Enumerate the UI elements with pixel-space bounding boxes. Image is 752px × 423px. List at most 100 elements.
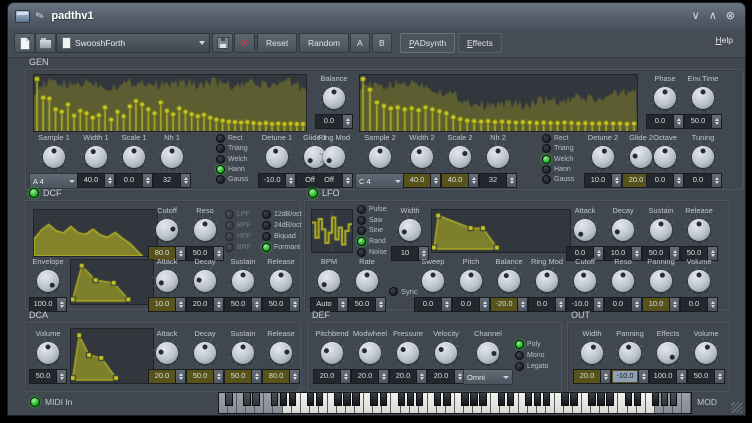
spin-buttons[interactable] (378, 370, 388, 383)
knob-sustain[interactable] (647, 216, 675, 244)
knob-cutoff[interactable] (571, 267, 599, 295)
black-key[interactable] (271, 393, 278, 406)
spin-buttons[interactable] (416, 370, 426, 383)
spinbox-pressure[interactable]: 20.0 (389, 369, 427, 384)
spinbox-release[interactable]: 80.0 (262, 369, 300, 384)
radio-biquad[interactable]: Biquad (262, 231, 302, 242)
spin-buttons[interactable] (104, 174, 114, 187)
close-button[interactable]: ⊗ (726, 9, 735, 23)
knob-pitchbend[interactable] (318, 339, 346, 367)
spinbox-octave[interactable]: 0.0 (646, 173, 684, 188)
black-key[interactable] (398, 393, 405, 406)
knob-volume[interactable] (685, 267, 713, 295)
spinbox-width-2[interactable]: 40.0 (403, 173, 441, 188)
knob-rate[interactable] (353, 267, 381, 295)
spinbox-attack[interactable]: 10.0 (148, 297, 186, 312)
compare-b-button[interactable]: B (372, 33, 392, 53)
knob-channel[interactable] (474, 339, 502, 367)
black-key[interactable] (280, 393, 287, 406)
spinbox-scale-2[interactable]: 40.0 (441, 173, 479, 188)
radio-welch[interactable]: Welch (216, 154, 248, 164)
black-key[interactable] (606, 393, 613, 406)
spinbox-velocity[interactable]: 20.0 (427, 369, 465, 384)
knob-detune-2[interactable] (589, 143, 617, 171)
knob-ring-mod[interactable] (320, 143, 348, 171)
knob-scale-1[interactable] (120, 143, 148, 171)
knob-modwheel[interactable] (356, 339, 384, 367)
black-key[interactable] (416, 393, 423, 406)
random-button[interactable]: Random (299, 33, 349, 53)
spin-buttons[interactable] (56, 370, 66, 383)
knob-phase[interactable] (651, 84, 679, 112)
spin-buttons[interactable] (555, 298, 565, 311)
knob-cutoff[interactable] (153, 216, 181, 244)
spinbox-env-time[interactable]: 50.0 (684, 114, 722, 129)
radio-mono[interactable]: Mono (515, 350, 548, 361)
spinbox-width[interactable]: 20.0 (573, 369, 611, 384)
spinbox-effects[interactable]: 100.0 (649, 369, 687, 384)
radio-rand[interactable]: Rand (357, 236, 387, 247)
spinbox-detune-2[interactable]: 10.0 (584, 173, 622, 188)
titlebar[interactable]: ✎ padthv1 ∨ ∧ ⊗ (8, 3, 745, 30)
spin-buttons[interactable] (669, 298, 679, 311)
black-key[interactable] (597, 393, 604, 406)
spin-buttons[interactable] (251, 298, 261, 311)
black-key[interactable] (479, 393, 486, 406)
radio-rect[interactable]: Rect (542, 133, 574, 143)
spinbox-ring-mod[interactable]: Off (315, 173, 353, 188)
spin-buttons[interactable] (213, 298, 223, 311)
spin-buttons[interactable] (142, 174, 152, 187)
knob-reso[interactable] (191, 216, 219, 244)
spinbox-pitch[interactable]: 0.0 (452, 297, 490, 312)
spin-buttons[interactable] (342, 174, 352, 187)
dca-envelope-display[interactable] (70, 328, 154, 384)
knob-nh-2[interactable] (484, 143, 512, 171)
black-key[interactable] (407, 393, 414, 406)
radio-formant[interactable]: Formant (262, 242, 302, 253)
piano-keyboard[interactable] (218, 392, 692, 414)
spinbox-nh-1[interactable]: 32 (153, 173, 191, 188)
black-key[interactable] (534, 393, 541, 406)
save-preset-button[interactable] (212, 33, 233, 53)
spinbox-scale-1[interactable]: 0.0 (115, 173, 153, 188)
radio-welch[interactable]: Welch (542, 154, 574, 164)
spin-buttons[interactable] (714, 370, 724, 383)
spin-buttons[interactable] (342, 115, 352, 128)
minimize-button[interactable]: ∨ (692, 9, 700, 23)
spinbox-rate[interactable]: 50.0 (348, 297, 386, 312)
spinbox-modwheel[interactable]: 20.0 (351, 369, 389, 384)
knob-attack[interactable] (153, 267, 181, 295)
lfo-wave-display[interactable] (311, 209, 353, 253)
spinbox-decay[interactable]: 50.0 (186, 369, 224, 384)
preset-combo[interactable]: SwooshForth (56, 33, 210, 53)
black-key[interactable] (352, 393, 359, 406)
lfo-enabled-led[interactable] (308, 188, 318, 198)
black-key[interactable] (370, 393, 377, 406)
knob-sample-2[interactable] (366, 143, 394, 171)
knob-envelope[interactable] (34, 267, 62, 295)
black-key[interactable] (461, 393, 468, 406)
spin-buttons[interactable] (673, 174, 683, 187)
tab-padsynth[interactable]: PADsynth (400, 33, 455, 53)
spin-buttons[interactable] (479, 298, 489, 311)
knob-velocity[interactable] (432, 339, 460, 367)
spin-buttons[interactable] (56, 298, 66, 311)
spinbox-pitchbend[interactable]: 20.0 (313, 369, 351, 384)
spinbox-width-1[interactable]: 40.0 (77, 173, 115, 188)
radio-pulse[interactable]: Pulse (357, 204, 387, 215)
dcf-envelope-display[interactable] (70, 259, 154, 305)
knob-width[interactable] (396, 216, 424, 244)
resize-grip[interactable] (731, 402, 742, 413)
black-key[interactable] (443, 393, 450, 406)
gen-harmonics-display-2[interactable] (359, 74, 638, 132)
knob-balance[interactable] (495, 267, 523, 295)
black-key[interactable] (634, 393, 641, 406)
spin-buttons[interactable] (180, 174, 190, 187)
knob-sustain[interactable] (229, 339, 257, 367)
spinbox-volume[interactable]: 50.0 (29, 369, 67, 384)
black-key[interactable] (543, 393, 550, 406)
knob-decay[interactable] (609, 216, 637, 244)
spin-buttons[interactable] (711, 115, 721, 128)
combo-sample-1[interactable]: A 4 (29, 173, 79, 189)
radio-rect[interactable]: Rect (216, 133, 248, 143)
